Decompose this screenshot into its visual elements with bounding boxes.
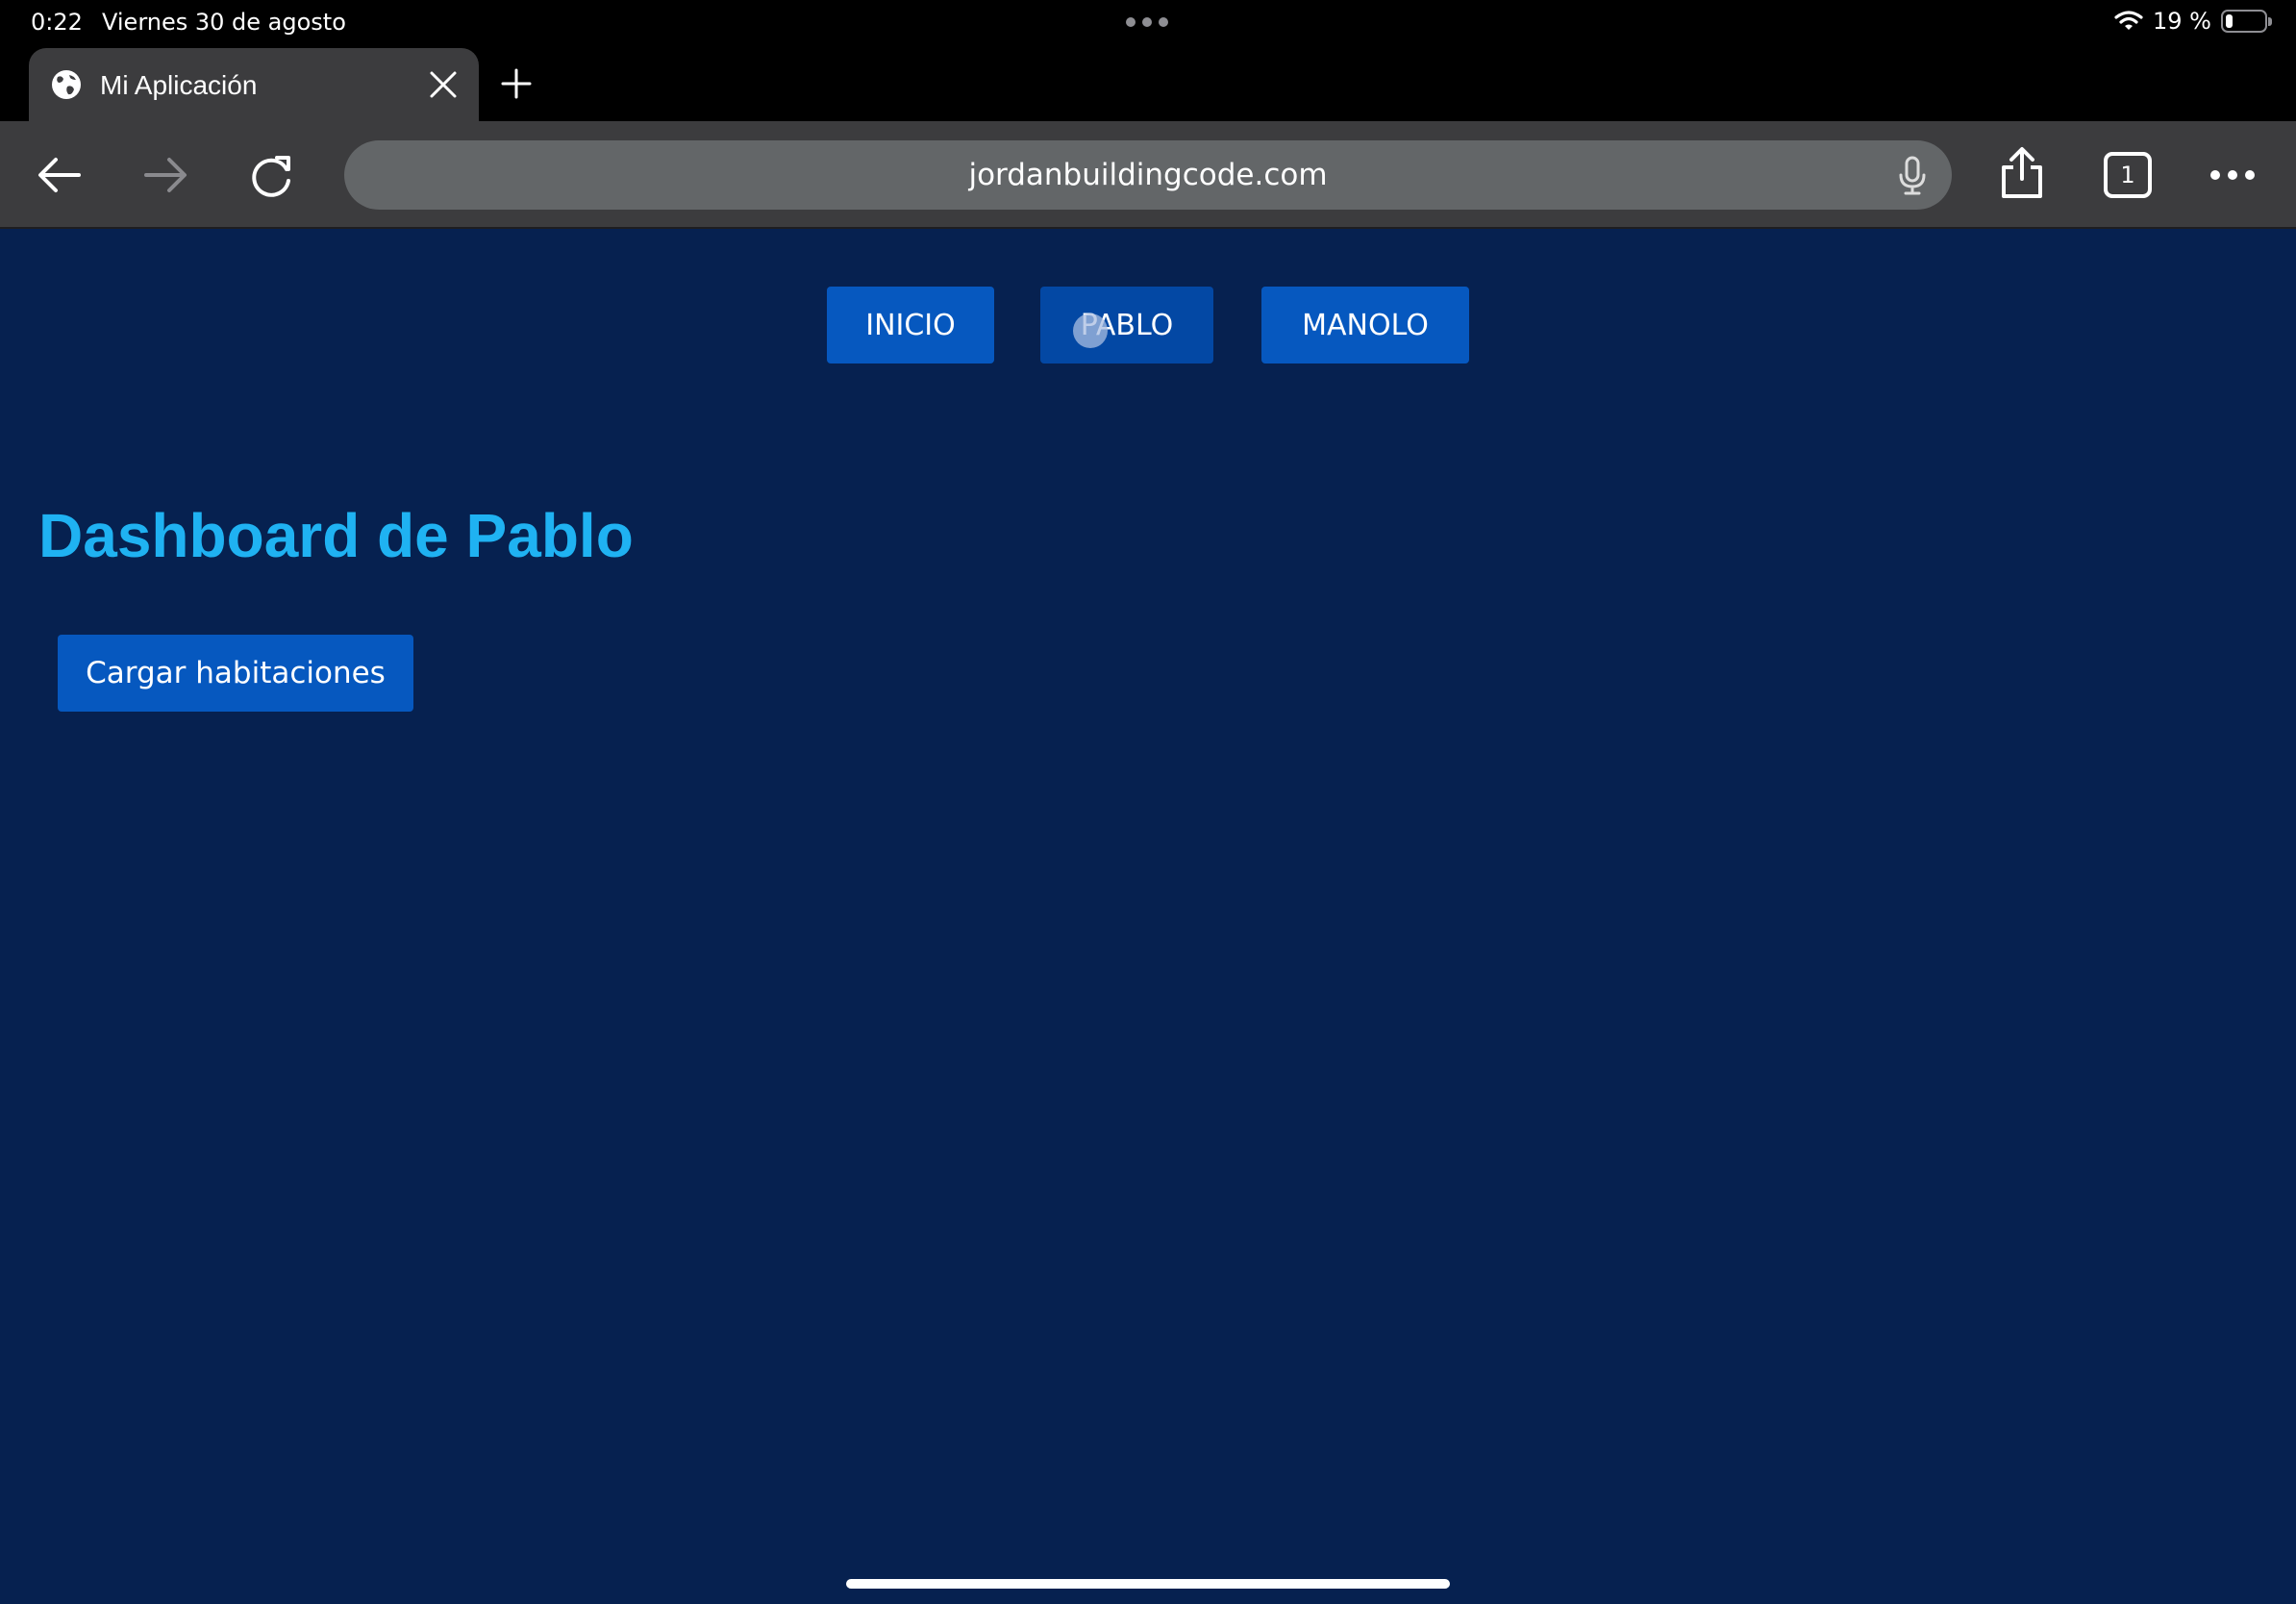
url-text: jordanbuildingcode.com [968, 158, 1328, 192]
status-date: Viernes 30 de agosto [102, 9, 346, 36]
tab-strip: Mi Aplicación [0, 46, 2296, 121]
new-tab-plus-icon[interactable] [500, 67, 533, 100]
back-arrow-icon[interactable] [37, 156, 83, 194]
web-page: INICIO PABLO MANOLO Dashboard de Pablo C… [0, 229, 2296, 1604]
battery-icon [2221, 10, 2272, 33]
multitasking-dots-icon[interactable] [1126, 17, 1168, 27]
browser-toolbar: jordanbuildingcode.com 1 [0, 121, 2296, 229]
tab-count: 1 [2120, 162, 2135, 188]
page-title: Dashboard de Pablo [38, 501, 634, 570]
nav-pablo-button[interactable]: PABLO [1040, 287, 1213, 363]
battery-percent: 19 % [2153, 8, 2211, 35]
microphone-icon[interactable] [1898, 156, 1927, 196]
status-time: 0:22 [31, 9, 83, 36]
share-icon[interactable] [2000, 146, 2044, 200]
forward-arrow-icon[interactable] [142, 156, 188, 194]
reload-icon[interactable] [248, 150, 296, 200]
more-options-icon[interactable] [2209, 169, 2256, 181]
globe-icon [52, 70, 81, 99]
nav-manolo-button[interactable]: MANOLO [1261, 287, 1469, 363]
status-indicators: 19 % [2114, 8, 2272, 35]
nav-inicio-button[interactable]: INICIO [827, 287, 994, 363]
browser-tab[interactable]: Mi Aplicación [29, 48, 479, 121]
load-rooms-button[interactable]: Cargar habitaciones [58, 635, 413, 712]
close-tab-icon[interactable] [427, 68, 460, 101]
tab-title: Mi Aplicación [100, 70, 258, 100]
tab-switcher-button[interactable]: 1 [2104, 152, 2152, 198]
address-bar[interactable]: jordanbuildingcode.com [344, 140, 1952, 210]
home-indicator[interactable] [846, 1579, 1450, 1589]
top-nav: INICIO PABLO MANOLO [0, 287, 2296, 363]
status-bar: 0:22 Viernes 30 de agosto 19 % [0, 0, 2296, 46]
wifi-icon [2114, 11, 2143, 30]
